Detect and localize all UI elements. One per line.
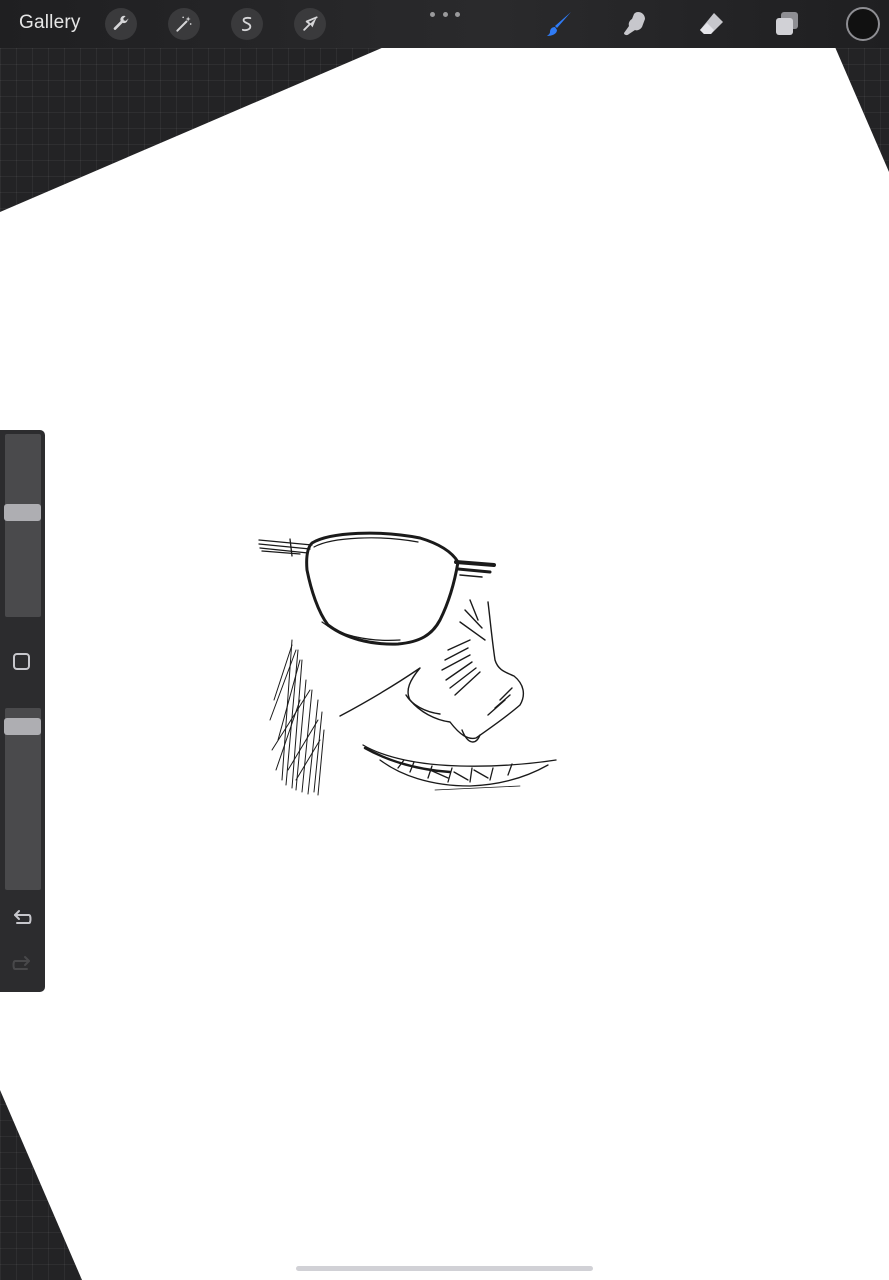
drawing-canvas[interactable]: [0, 0, 889, 1280]
more-options-dots[interactable]: [430, 6, 460, 22]
brush-size-thumb[interactable]: [4, 503, 41, 521]
adjustments-button[interactable]: [168, 8, 200, 40]
color-picker-swatch[interactable]: [846, 7, 880, 41]
transform-button[interactable]: [294, 8, 326, 40]
procreate-app: Gallery: [0, 0, 889, 1280]
wrench-icon: [113, 15, 129, 30]
dot: [442, 11, 448, 17]
modify-button[interactable]: [13, 653, 30, 670]
brush-icon: [547, 12, 571, 36]
top-toolbar: Gallery: [0, 0, 889, 48]
dot: [430, 11, 435, 17]
gallery-button[interactable]: Gallery: [19, 12, 81, 34]
smudge-finger-icon: [624, 12, 645, 36]
layers-icon: [776, 12, 798, 35]
eraser-tool-button[interactable]: [694, 8, 728, 40]
dot: [455, 11, 460, 17]
canvas-paper[interactable]: [0, 47, 889, 1280]
selection-button[interactable]: [231, 8, 263, 40]
opacity-thumb[interactable]: [4, 717, 41, 735]
arrow-cursor-icon: [303, 16, 318, 31]
opacity-slider[interactable]: [5, 708, 41, 890]
layers-button[interactable]: [770, 8, 804, 40]
redo-button[interactable]: [9, 951, 35, 977]
magic-wand-icon: [176, 16, 192, 32]
home-indicator[interactable]: [296, 1266, 593, 1271]
undo-button[interactable]: [9, 905, 35, 931]
brush-tool-button[interactable]: [542, 8, 576, 40]
left-sidebar: [0, 430, 45, 992]
undo-arrow-icon: [14, 910, 32, 924]
smudge-tool-button[interactable]: [618, 8, 652, 40]
actions-button[interactable]: [105, 8, 137, 40]
brush-size-slider[interactable]: [5, 434, 41, 617]
redo-arrow-icon: [12, 956, 30, 970]
eraser-icon: [700, 13, 723, 34]
selection-s-icon: [241, 16, 252, 32]
